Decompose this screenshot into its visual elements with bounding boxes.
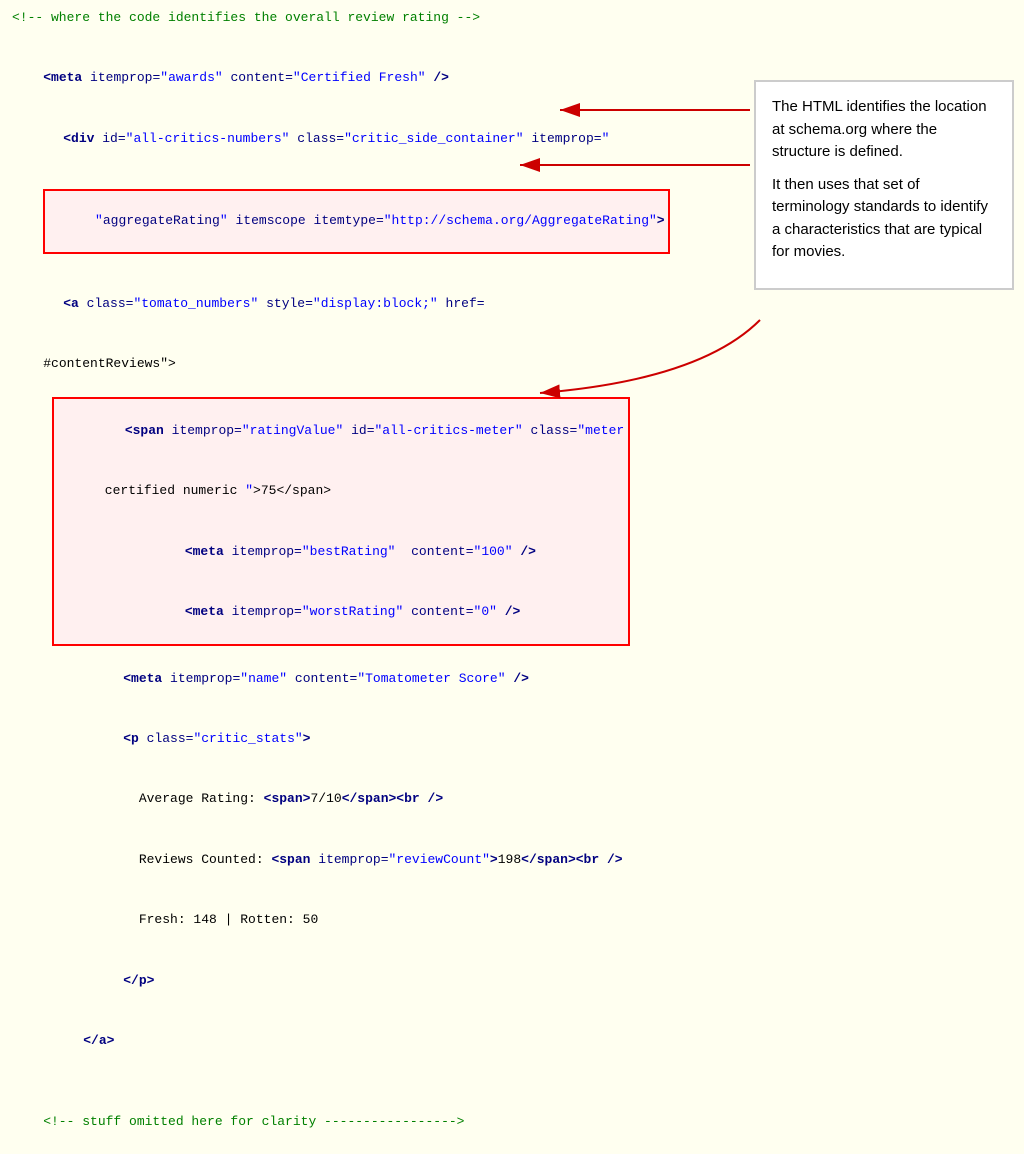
annotation-para-2: It then uses that set of terminology sta… [772,174,996,264]
aggregate-rating-line: "aggregateRating" itemscope itemtype="ht… [12,169,668,274]
blank-line-1 [12,28,668,48]
div-critics-line: <div id="all-critics-numbers" class="cri… [12,109,668,169]
average-rating-line: Average Rating: <span>7/10</span><br /> [12,769,668,829]
annotation-para-1: The HTML identifies the location at sche… [772,96,996,164]
code-display: <!-- where the code identifies the overa… [0,0,680,1154]
meta-awards-line: <meta itemprop="awards" content="Certifi… [12,48,668,108]
anchor-tomato-line: <a class="tomato_numbers" style="display… [12,274,668,334]
close-p: </p> [12,950,668,1010]
comment-line-1: <!-- where the code identifies the overa… [12,8,668,28]
comment-omitted: <!-- stuff omitted here for clarity ----… [12,1091,668,1151]
p-critic-stats: <p class="critic_stats"> [12,709,668,769]
meta-best-rating: <meta itemprop="bestRating" content="100… [58,522,624,582]
meta-worst-rating: <meta itemprop="worstRating" content="0"… [58,582,624,642]
certified-numeric-line: certified numeric ">75</span> [58,461,624,521]
close-a: </a> [12,1011,668,1071]
rating-highlight-block: <span itemprop="ratingValue" id="all-cri… [52,397,630,647]
meta-name-line: <meta itemprop="name" content="Tomatomet… [12,648,668,708]
annotation-box: The HTML identifies the location at sche… [754,80,1014,290]
content-reviews-line: #contentReviews"> [12,334,668,394]
blank-line-3 [12,1152,668,1154]
blank-line-2 [12,1071,668,1091]
span-rating-value: <span itemprop="ratingValue" id="all-cri… [58,401,624,461]
fresh-rotten-line: Fresh: 148 | Rotten: 50 [12,890,668,950]
reviews-counted-line: Reviews Counted: <span itemprop="reviewC… [12,830,668,890]
